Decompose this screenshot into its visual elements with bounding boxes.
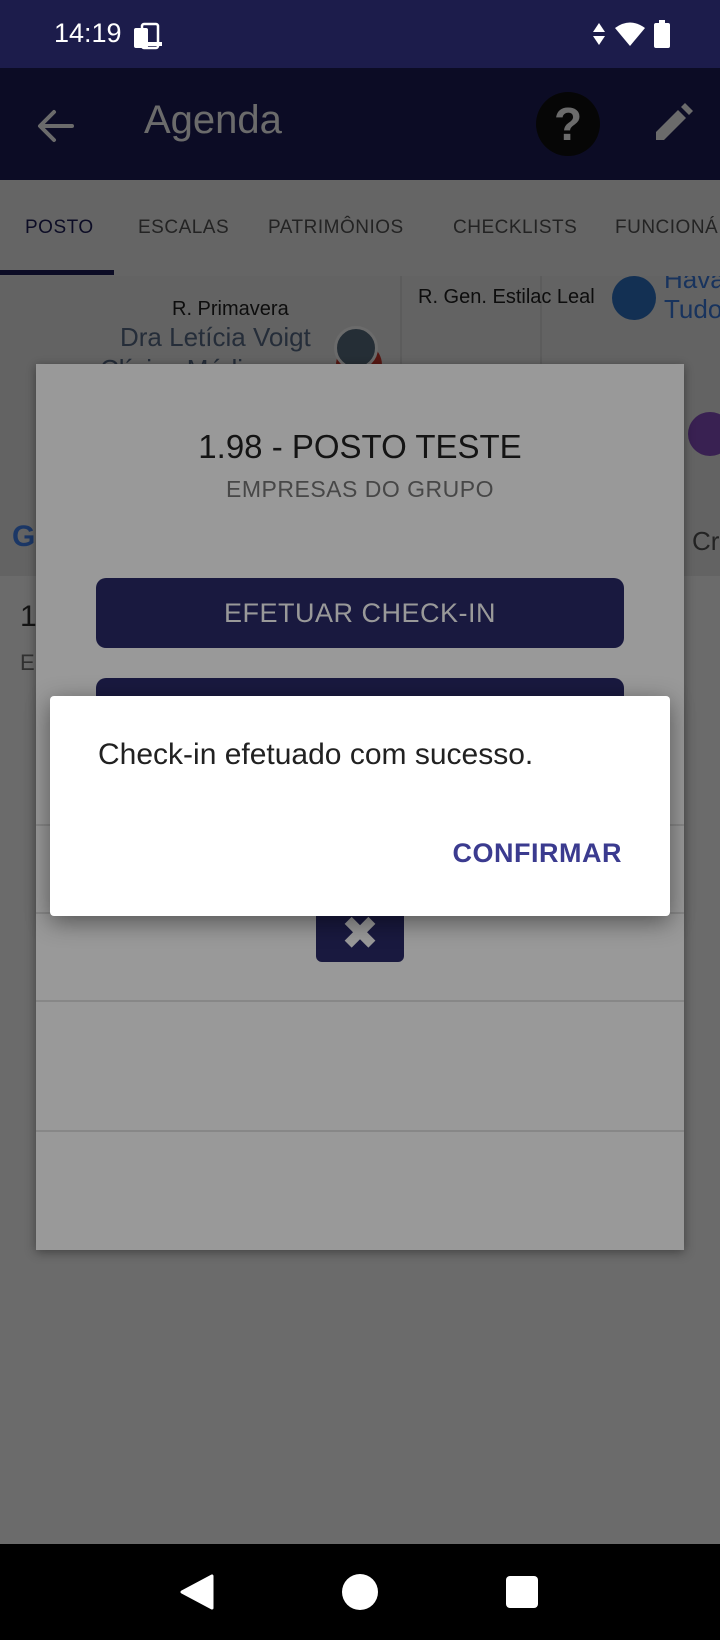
battery-icon <box>654 20 670 48</box>
status-bar: 14:19 <box>0 0 720 68</box>
navigation-bar <box>0 1544 720 1640</box>
sim-card-icon <box>134 22 162 50</box>
status-time: 14:19 <box>54 18 122 48</box>
nav-back-icon[interactable] <box>180 1574 214 1610</box>
alert-dialog: Check-in efetuado com sucesso. CONFIRMAR <box>50 696 670 916</box>
nav-home-icon[interactable] <box>342 1574 378 1610</box>
data-arrows-icon <box>593 23 605 45</box>
alert-message: Check-in efetuado com sucesso. <box>98 738 534 771</box>
wifi-icon <box>615 22 645 46</box>
nav-recents-icon[interactable] <box>506 1576 538 1608</box>
status-icons <box>592 20 670 48</box>
confirm-button[interactable]: CONFIRMAR <box>453 838 622 869</box>
